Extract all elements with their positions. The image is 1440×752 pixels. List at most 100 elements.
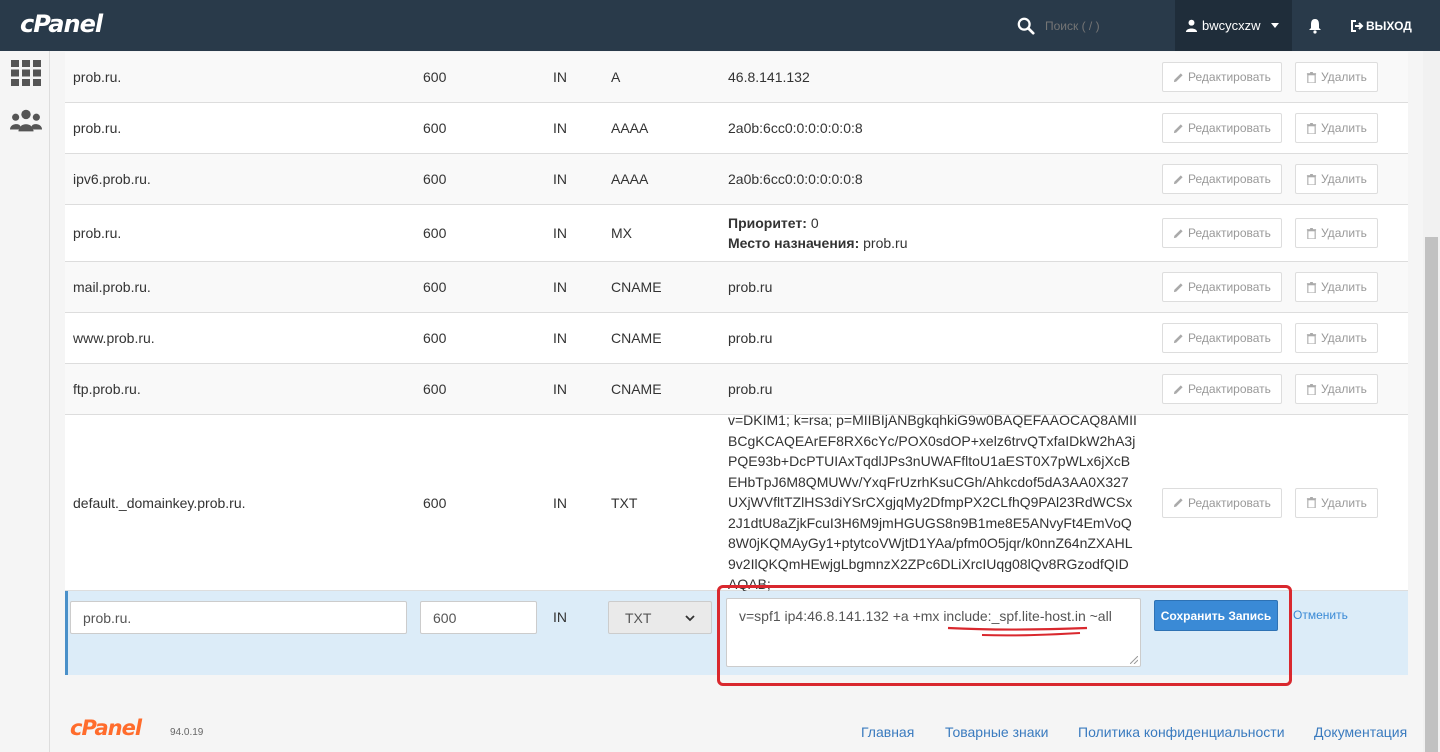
- user-menu-dropdown[interactable]: bwcycxzw: [1175, 0, 1292, 51]
- delete-label: Удалить: [1321, 331, 1367, 345]
- priority-value: 0: [810, 215, 819, 231]
- edit-label: Редактировать: [1188, 495, 1271, 510]
- edit-button[interactable]: Редактировать: [1162, 374, 1282, 404]
- record-name: prob.ru.: [73, 69, 122, 85]
- table-row: prob.ru. 600 IN A 46.8.141.132 Редактиро…: [65, 52, 1408, 103]
- trash-icon: [1306, 227, 1317, 239]
- cancel-link[interactable]: Отменить: [1293, 608, 1348, 622]
- record-ttl: 600: [423, 69, 447, 85]
- edit-label: Редактировать: [1188, 172, 1271, 186]
- trash-icon: [1306, 281, 1317, 293]
- record-type: CNAME: [611, 279, 662, 295]
- red-underline-annotation: [947, 626, 1088, 637]
- delete-button[interactable]: Удалить: [1295, 113, 1378, 143]
- trash-icon: [1306, 497, 1317, 508]
- notifications-button[interactable]: [1293, 0, 1337, 51]
- delete-label: Удалить: [1321, 70, 1367, 84]
- scrollbar-thumb[interactable]: [1425, 237, 1438, 752]
- edit-label: Редактировать: [1188, 331, 1271, 345]
- version-label: 94.0.19: [170, 727, 204, 738]
- record-value: prob.ru: [728, 330, 773, 346]
- record-value: prob.ru: [728, 279, 773, 295]
- delete-button[interactable]: Удалить: [1295, 218, 1378, 248]
- record-ttl: 600: [423, 225, 447, 241]
- record-class: IN: [553, 69, 567, 85]
- trash-icon: [1306, 332, 1317, 344]
- record-name: ipv6.prob.ru.: [73, 171, 151, 187]
- grid-icon: [11, 60, 41, 86]
- search-icon[interactable]: [1017, 17, 1035, 35]
- chevron-down-icon: [685, 614, 695, 621]
- record-ttl: 600: [423, 279, 447, 295]
- sidebar-home-button[interactable]: [10, 58, 42, 88]
- footer-link-home[interactable]: Главная: [861, 724, 914, 740]
- edit-button[interactable]: Редактировать: [1162, 218, 1282, 248]
- class-label: IN: [553, 609, 567, 625]
- table-row: prob.ru. 600 IN AAAA 2a0b:6cc0:0:0:0:0:0…: [65, 103, 1408, 154]
- edit-label: Редактировать: [1188, 382, 1271, 396]
- edit-button[interactable]: Редактировать: [1162, 487, 1282, 518]
- edit-button[interactable]: Редактировать: [1162, 62, 1282, 92]
- delete-button[interactable]: Удалить: [1295, 374, 1378, 404]
- record-name: mail.prob.ru.: [73, 279, 151, 295]
- type-select-value: TXT: [625, 609, 652, 626]
- pencil-icon: [1173, 384, 1183, 394]
- top-navbar: cPanel bwcycxzw ВЫХОД: [0, 0, 1440, 51]
- trash-icon: [1306, 173, 1317, 185]
- record-name: prob.ru.: [73, 225, 122, 241]
- record-type: CNAME: [611, 381, 662, 397]
- logout-button[interactable]: ВЫХОД: [1350, 0, 1412, 51]
- pencil-icon: [1173, 72, 1183, 82]
- sidebar: [0, 51, 50, 752]
- delete-button[interactable]: Удалить: [1295, 62, 1378, 92]
- sidebar-users-button[interactable]: [10, 106, 42, 136]
- cpanel-logo[interactable]: cPanel: [20, 10, 103, 38]
- destination-value: prob.ru: [863, 235, 908, 251]
- mx-destination: Место назначения: prob.ru: [728, 233, 908, 253]
- record-class: IN: [553, 279, 567, 295]
- edit-button[interactable]: Редактировать: [1162, 164, 1282, 194]
- pencil-icon: [1173, 333, 1183, 343]
- pencil-icon: [1173, 174, 1183, 184]
- pencil-icon: [1173, 228, 1183, 238]
- record-class: IN: [553, 171, 567, 187]
- footer-link-docs[interactable]: Документация: [1314, 724, 1407, 740]
- page-scrollbar[interactable]: [1423, 51, 1440, 752]
- delete-button[interactable]: Удалить: [1295, 323, 1378, 353]
- logout-label: ВЫХОД: [1366, 18, 1412, 33]
- record-type: CNAME: [611, 330, 662, 346]
- table-row: prob.ru. 600 IN MX Приоритет: 0 Место на…: [65, 205, 1408, 262]
- resize-handle-icon[interactable]: [1130, 656, 1138, 664]
- record-type: A: [611, 69, 621, 85]
- edit-button[interactable]: Редактировать: [1162, 113, 1282, 143]
- edit-button[interactable]: Редактировать: [1162, 272, 1282, 302]
- record-type: AAAA: [611, 171, 649, 187]
- delete-label: Удалить: [1321, 495, 1367, 510]
- delete-label: Удалить: [1321, 172, 1367, 186]
- save-record-button[interactable]: Сохранить Запись: [1154, 600, 1278, 631]
- record-name-input[interactable]: [70, 601, 407, 634]
- record-value: 46.8.141.132: [728, 69, 810, 85]
- record-class: IN: [553, 330, 567, 346]
- footer-link-trademarks[interactable]: Товарные знаки: [945, 724, 1048, 740]
- edit-button[interactable]: Редактировать: [1162, 323, 1282, 353]
- delete-button[interactable]: Удалить: [1295, 164, 1378, 194]
- record-ttl: 600: [423, 171, 447, 187]
- mx-priority: Приоритет: 0: [728, 213, 819, 233]
- footer-link-privacy[interactable]: Политика конфиденциальности: [1078, 724, 1285, 740]
- trash-icon: [1306, 71, 1317, 83]
- delete-label: Удалить: [1321, 382, 1367, 396]
- table-row: ipv6.prob.ru. 600 IN AAAA 2a0b:6cc0:0:0:…: [65, 154, 1408, 205]
- delete-button[interactable]: Удалить: [1295, 487, 1378, 518]
- ttl-input[interactable]: [420, 601, 537, 634]
- record-value: 2a0b:6cc0:0:0:0:0:0:8: [728, 171, 863, 187]
- type-select[interactable]: TXT: [608, 601, 712, 634]
- record-name: prob.ru.: [73, 120, 122, 136]
- search-input[interactable]: [1045, 18, 1165, 33]
- record-class: IN: [553, 225, 567, 241]
- pencil-icon: [1173, 123, 1183, 133]
- edit-label: Редактировать: [1188, 280, 1271, 294]
- record-class: IN: [553, 381, 567, 397]
- delete-button[interactable]: Удалить: [1295, 272, 1378, 302]
- chevron-down-icon: [1270, 23, 1279, 28]
